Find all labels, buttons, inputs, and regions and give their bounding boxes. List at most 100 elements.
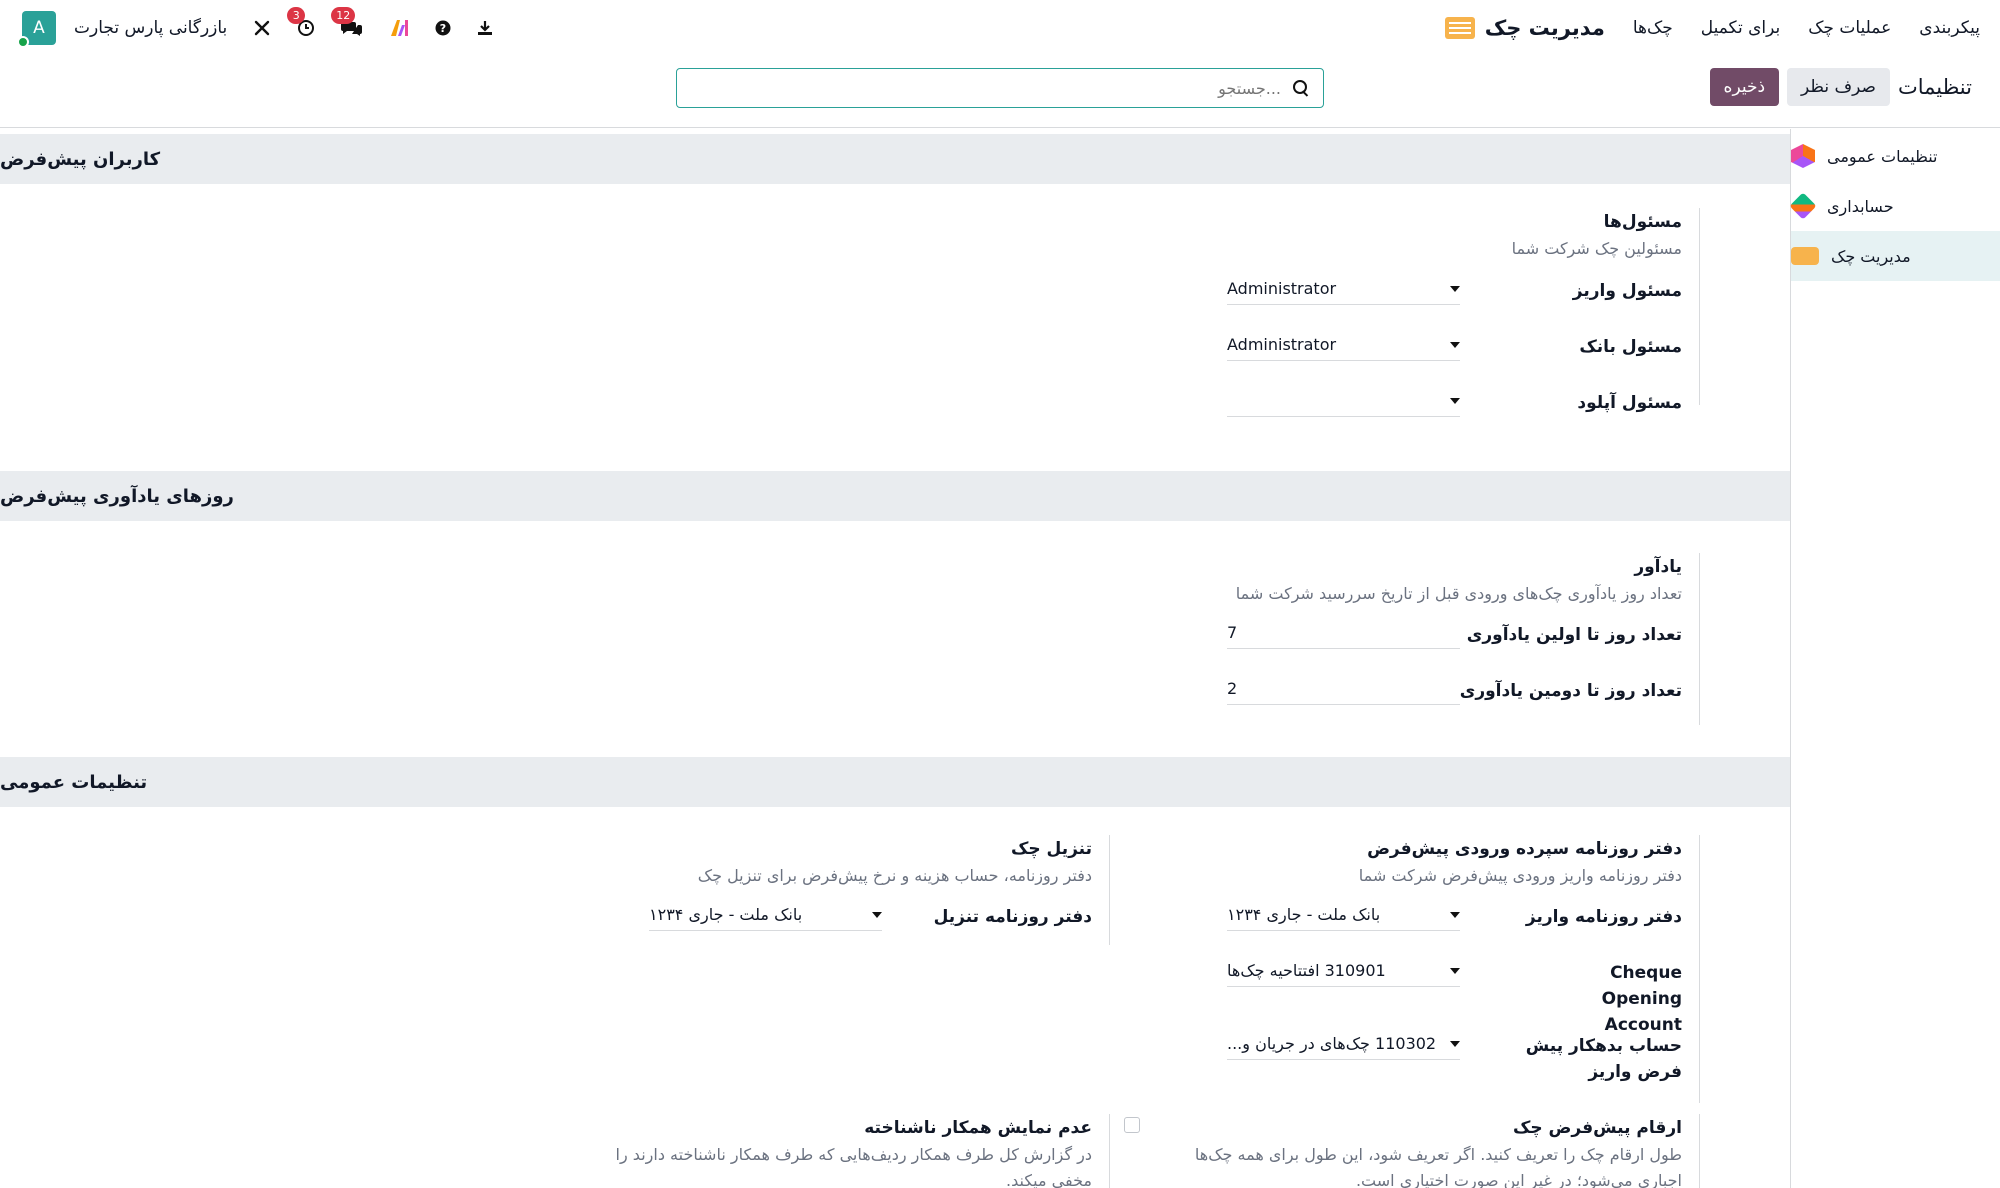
field-value: بانک ملت - جاری ۱۲۳۴ [649, 905, 803, 924]
chevron-down-icon [1450, 397, 1460, 404]
setting-title: تنزیل چک [1010, 839, 1092, 859]
discard-button[interactable]: صرف نظر [1787, 68, 1890, 106]
setting-title: ارقام پیش‌فرض چک [1512, 1118, 1682, 1138]
setting-description-cont: مخفی میکند. [1006, 1171, 1092, 1188]
setting-divider [1109, 835, 1110, 945]
cheque-opening-account-label: Cheque Opening Account [1601, 963, 1682, 1035]
app-name[interactable]: مدیریت چک [1485, 16, 1605, 40]
setting-responsibles: مسئول‌ها مسئولین چک شرکت شما مسئول واریز… [1220, 208, 1700, 417]
bank-responsible-select[interactable]: Administrator [1227, 329, 1460, 361]
help-icon[interactable]: ? [435, 20, 451, 36]
field-value: 310901 افتتاحیه چک‌ها [1227, 961, 1386, 980]
systray: A بازرگانی پارس تجارت 3 12 ? [17, 0, 493, 56]
setting-divider [1109, 1114, 1110, 1188]
setting-divider [1699, 553, 1700, 725]
setting-reminder: یادآور تعداد روز یادآوری چک‌های ورودی قب… [1220, 553, 1700, 725]
first-reminder-label: تعداد روز تا اولین یادآوری [1466, 625, 1682, 645]
sidebar-item-label: تنظیمات عمومی [1827, 146, 1938, 166]
save-button[interactable]: ذخیره [1709, 68, 1780, 106]
search-input[interactable] [691, 78, 1281, 98]
field-value: بانک ملت - جاری ۱۲۳۴ [1227, 905, 1381, 924]
bank-responsible-label: مسئول بانک [1579, 337, 1682, 357]
nav-menu: مدیریت چک چک‌ها برای تکمیل عملیات چک پیک… [1421, 0, 1980, 56]
search-icon[interactable] [1293, 80, 1309, 96]
messaging-icon[interactable]: 12 [331, 7, 363, 37]
deposit-responsible-select[interactable]: Administrator [1227, 273, 1460, 305]
avatar-letter: A [33, 18, 45, 38]
chevron-down-icon [1450, 967, 1460, 974]
upload-responsible-select[interactable] [1227, 385, 1460, 417]
field-value: 2 [1227, 679, 1238, 698]
setting-title: مسئول‌ها [1603, 212, 1682, 232]
debug-tools-icon[interactable] [253, 19, 271, 37]
sidebar-item-label: مدیریت چک [1831, 246, 1911, 266]
general-settings-icon [1791, 144, 1815, 168]
sidebar-item-general-settings[interactable]: تنظیمات عمومی [1791, 131, 2000, 181]
setting-divider [1699, 208, 1700, 405]
setting-title: عدم نمایش همکار ناشناخته [864, 1118, 1092, 1138]
upload-responsible-label: مسئول آپلود [1577, 393, 1682, 413]
control-actions: ذخیره صرف نظر تنظیمات [1709, 68, 1980, 106]
app-brand[interactable]: مدیریت چک [1444, 16, 1605, 40]
setting-description-cont: اجباری می‌شود؛ در غیر این صورت اختیاری ا… [1355, 1171, 1682, 1188]
accounting-icon [1789, 192, 1817, 220]
user-avatar[interactable]: A [17, 11, 56, 48]
default-debtor-account-select[interactable]: 110302 چک‌های در جریان و... [1227, 1028, 1460, 1060]
top-navbar: مدیریت چک چک‌ها برای تکمیل عملیات چک پیک… [0, 0, 2000, 56]
chevron-down-icon [1450, 341, 1460, 348]
sidebar-item-accounting[interactable]: حسابداری [1789, 181, 2000, 231]
search-box[interactable] [676, 68, 1324, 108]
sidebar-item-label: حسابداری [1827, 196, 1894, 216]
setting-title: دفتر روزنامه سپرده ورودی پیش‌فرض [1367, 839, 1682, 859]
setting-description: مسئولین چک شرکت شما [1511, 239, 1682, 258]
setting-divider [1699, 1114, 1700, 1188]
download-icon[interactable] [477, 20, 493, 36]
control-panel: ذخیره صرف نظر تنظیمات [0, 56, 2000, 128]
hide-unknown-partner-checkbox[interactable] [1124, 1117, 1140, 1133]
menu-cheques[interactable]: چک‌ها [1633, 18, 1673, 38]
section-heading-reminder-days: روزهای یادآوری پیش‌فرض [0, 471, 1790, 521]
online-status-icon [17, 36, 29, 48]
chevron-down-icon [1450, 1040, 1460, 1047]
chevron-down-icon [1450, 911, 1460, 918]
first-reminder-input[interactable]: 7 [1227, 617, 1460, 649]
ai-icon[interactable] [389, 19, 409, 37]
chevron-down-icon [1450, 285, 1460, 292]
setting-hide-unknown-partner: عدم نمایش همکار ناشناخته در گزارش کل طرف… [610, 1114, 1110, 1188]
cheque-icon [1791, 247, 1819, 265]
settings-main: کاربران پیش‌فرض مسئول‌ها مسئولین چک شرکت… [0, 129, 1790, 1188]
cheque-app-icon [1444, 17, 1475, 39]
setting-cheque-discount: تنزیل چک دفتر روزنامه، حساب هزینه و نرخ … [630, 835, 1110, 945]
setting-default-deposit-journal: دفتر روزنامه سپرده ورودی پیش‌فرض دفتر رو… [1220, 835, 1700, 1103]
menu-cheque-operations[interactable]: عملیات چک [1808, 18, 1891, 38]
setting-default-cheque-digits: ارقام پیش‌فرض چک طول ارقام چک را تعریف ک… [1195, 1114, 1700, 1188]
field-value: 110302 چک‌های در جریان و... [1227, 1034, 1437, 1053]
setting-description: دفتر روزنامه، حساب هزینه و نرخ پیش‌فرض ب… [697, 866, 1092, 885]
deposit-journal-label: دفتر روزنامه واریز [1525, 907, 1682, 927]
setting-description: دفتر روزنامه واریز ورودی پیش‌فرض شرکت شم… [1358, 866, 1682, 885]
menu-configuration[interactable]: پیکربندی [1919, 18, 1980, 38]
setting-description: تعداد روز یادآوری چک‌های ورودی قبل از تا… [1235, 584, 1682, 603]
menu-to-complete[interactable]: برای تکمیل [1701, 18, 1781, 38]
section-heading-default-users: کاربران پیش‌فرض [0, 134, 1790, 184]
setting-description: در گزارش کل طرف همکار ردیف‌هایی که طرف ه… [615, 1145, 1092, 1164]
second-reminder-input[interactable]: 2 [1227, 673, 1460, 705]
setting-divider [1699, 835, 1700, 1103]
deposit-journal-select[interactable]: بانک ملت - جاری ۱۲۳۴ [1227, 899, 1460, 931]
second-reminder-label: تعداد روز تا دومین یادآوری [1459, 681, 1682, 701]
cheque-opening-account-select[interactable]: 310901 افتتاحیه چک‌ها [1227, 955, 1460, 987]
field-value: Administrator [1227, 335, 1337, 354]
section-heading-general-settings: تنظیمات عمومی [0, 757, 1790, 807]
company-switcher[interactable]: بازرگانی پارس تجارت [74, 18, 227, 38]
setting-description: طول ارقام چک را تعریف کنید. اگر تعریف شو… [1194, 1145, 1682, 1164]
settings-sidebar: تنظیمات عمومی حسابداری مدیریت چک [1789, 129, 2000, 1188]
default-debtor-account-label: حساب بدهکار پیش فرض واریز [1525, 1036, 1682, 1082]
field-value: 7 [1227, 623, 1238, 642]
setting-title: یادآور [1634, 557, 1682, 577]
sidebar-item-cheque-management[interactable]: مدیریت چک [1791, 231, 2000, 281]
svg-text:?: ? [440, 22, 446, 35]
activity-clock-icon[interactable]: 3 [287, 7, 315, 37]
discount-journal-select[interactable]: بانک ملت - جاری ۱۲۳۴ [649, 899, 882, 931]
discount-journal-label: دفتر روزنامه تنزیل [933, 907, 1092, 927]
page-title: تنظیمات [1897, 75, 1972, 99]
